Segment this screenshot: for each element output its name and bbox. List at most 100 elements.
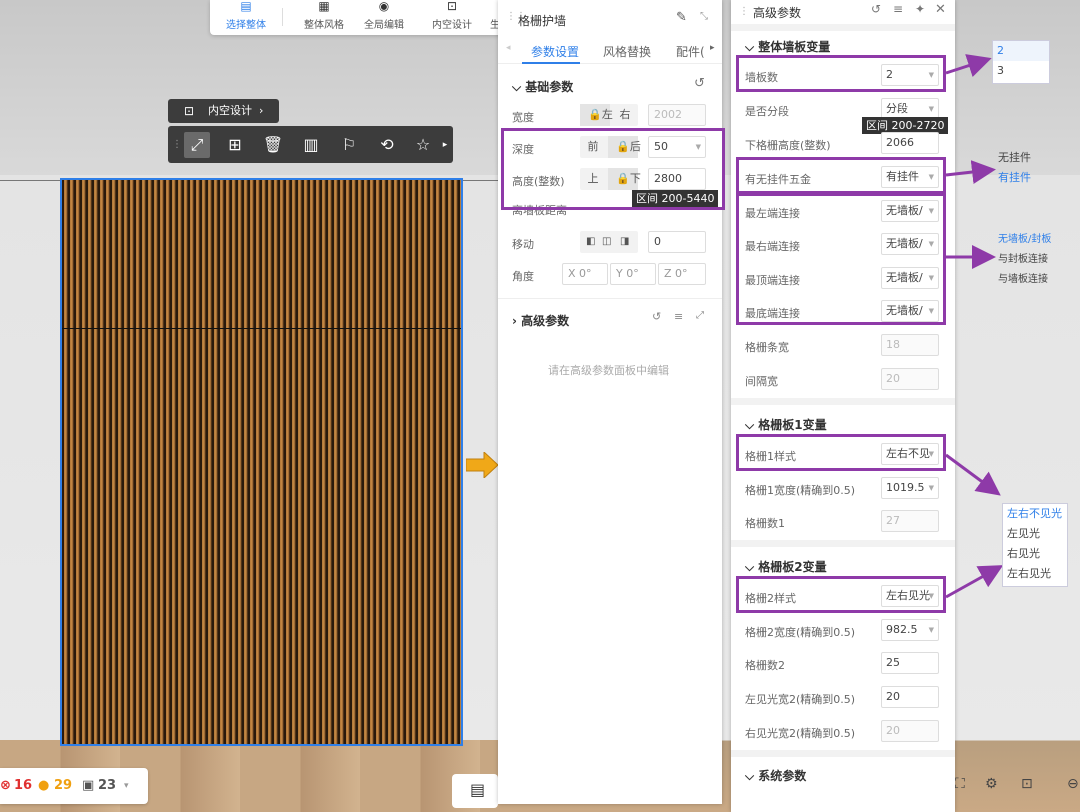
bar-width-input[interactable]: 18 xyxy=(881,334,939,356)
option[interactable]: 与封板连接 xyxy=(994,250,1062,270)
overall-style-button[interactable]: ▦ 整体风格 xyxy=(298,0,350,35)
move-right-icon[interactable]: ◨ xyxy=(620,231,629,253)
tab-style-replace[interactable]: 风格替换 xyxy=(603,43,651,60)
advanced-params-heading[interactable]: › 高级参数 xyxy=(512,312,569,329)
option[interactable]: 与墙板连接 xyxy=(994,270,1062,290)
warning-icon: ● xyxy=(38,778,50,793)
material-icon[interactable]: ⚐ xyxy=(336,132,362,158)
hanger-options: 无挂件 有挂件 xyxy=(994,148,1048,192)
panel-count-options: 2 3 xyxy=(992,40,1050,84)
fit-view-icon[interactable]: ⛶ xyxy=(955,776,965,792)
object-toolbar: ⋮ ⤢ ⊞ 🗑 ▥ ⚐ ⟲ ☆ ▸ xyxy=(168,126,453,163)
style-icon: ▦ xyxy=(318,0,330,13)
pin-icon[interactable]: ✦ xyxy=(915,2,925,16)
global-edit-button[interactable]: ◉ 全局编辑 xyxy=(358,0,410,35)
inner-design-icon: ⊡ xyxy=(446,0,458,13)
section-wall-vars[interactable]: ⌵ 整体墙板变量 xyxy=(745,38,830,55)
panel-tabs: ◂ 参数设置 风格替换 配件( ▸ xyxy=(498,38,722,64)
angle-z-input[interactable]: Z 0° xyxy=(658,263,706,285)
global-edit-icon: ◉ xyxy=(378,0,390,13)
list-icon[interactable]: ≡ xyxy=(893,2,903,16)
annotation-highlight xyxy=(736,157,946,194)
gap-width-input[interactable]: 20 xyxy=(881,368,939,390)
option[interactable]: 右见光 xyxy=(1003,544,1067,564)
option[interactable]: 无墙板/封板 xyxy=(994,230,1062,250)
wall-edge xyxy=(0,180,62,181)
inner-design-button[interactable]: ⊡ 内空设计 xyxy=(426,0,478,35)
chevron-left-icon[interactable]: ◂ xyxy=(506,43,511,53)
error-count[interactable]: 16 xyxy=(14,768,32,804)
section-system-params[interactable]: ⌵ 系统参数 xyxy=(745,767,806,784)
split-icon[interactable]: ▥ xyxy=(298,132,324,158)
delete-icon[interactable]: 🗑 xyxy=(260,132,286,158)
favorite-icon[interactable]: ☆ xyxy=(410,132,436,158)
tab-params[interactable]: 参数设置 xyxy=(531,43,579,60)
grille-wall-panel[interactable] xyxy=(60,178,463,746)
item-count[interactable]: 23 xyxy=(98,768,116,804)
lower-grille-height-input[interactable]: 2066 xyxy=(881,132,939,154)
grille1-count-input[interactable]: 27 xyxy=(881,510,939,532)
option[interactable]: 2 xyxy=(993,41,1049,61)
option[interactable]: 左见光 xyxy=(1003,524,1067,544)
width-anchor-toggle[interactable]: 🔒 左 右 xyxy=(580,104,638,126)
move-center-icon[interactable]: ◫ xyxy=(602,231,611,253)
reset-icon[interactable]: ↺ xyxy=(694,76,705,91)
option[interactable]: 无挂件 xyxy=(994,148,1048,168)
option[interactable]: 3 xyxy=(993,61,1049,81)
move-left-icon[interactable]: ◧ xyxy=(586,231,595,253)
move-input[interactable]: 0 xyxy=(648,231,706,253)
chevron-down-icon[interactable]: ▾ xyxy=(124,768,129,804)
option[interactable]: 有挂件 xyxy=(994,168,1048,188)
chevron-right-icon[interactable]: ▸ xyxy=(710,43,715,53)
view-controls: ⛶ ⚙ ⊡ ⊖ xyxy=(955,768,1080,804)
grille1-width-select[interactable]: 1019.5 ▼ xyxy=(881,477,939,499)
inner-design-chip[interactable]: ⊡ 内空设计 › xyxy=(168,99,279,123)
error-icon: ⊗ xyxy=(0,778,11,793)
grille2-width-select[interactable]: 982.5 ▼ xyxy=(881,619,939,641)
chevron-right-icon: › xyxy=(259,104,264,117)
drag-handle-icon[interactable]: ⋮ xyxy=(172,132,182,158)
width-input[interactable]: 2002 xyxy=(648,104,706,126)
option[interactable]: 左右不见光 xyxy=(1003,504,1067,524)
basic-params-heading[interactable]: ⌵ 基础参数 xyxy=(512,78,573,95)
reset-icon[interactable]: ↺ xyxy=(652,310,661,323)
collapse-icon[interactable]: ⤡ xyxy=(700,11,708,22)
annotation-highlight xyxy=(736,434,946,471)
view-settings-icon[interactable]: ⚙ xyxy=(985,776,998,792)
annotation-highlight xyxy=(501,128,725,210)
chevron-right-icon[interactable]: ▸ xyxy=(440,132,450,158)
section-grille2-vars[interactable]: ⌵ 格栅板2变量 xyxy=(745,558,827,575)
top-toolbar: ▤ 选择整体 ▦ 整体风格 ◉ 全局编辑 ⊡ 内空设计 生 xyxy=(210,0,510,35)
section-grille1-vars[interactable]: ⌵ 格栅板1变量 xyxy=(745,416,827,433)
zoom-icon[interactable]: ⊖ xyxy=(1067,776,1079,792)
list-icon[interactable]: ≡ xyxy=(674,310,683,323)
tab-accessories[interactable]: 配件( xyxy=(676,43,705,60)
warning-count[interactable]: 29 xyxy=(54,768,72,804)
annotation-highlight xyxy=(736,576,946,613)
panel-title-bar: ⋮⋮ 格栅护墙 ✎ ⤡ xyxy=(506,10,708,28)
scale-icon[interactable]: ⤢ xyxy=(184,132,210,158)
angle-x-input[interactable]: X 0° xyxy=(562,263,608,285)
move-direction-buttons[interactable]: ◧ ◫ ◨ xyxy=(580,231,638,253)
clipboard-button[interactable]: ▤ xyxy=(452,774,498,808)
select-whole-button[interactable]: ▤ 选择整体 xyxy=(222,0,270,35)
grille-wall-panel-props: ⋮⋮ 格栅护墙 ✎ ⤡ ◂ 参数设置 风格替换 配件( ▸ ⌵ 基础参数 ↺ 宽… xyxy=(498,0,722,804)
advanced-params-panel: ⋮ 高级参数 ↺ ≡ ✦ ✕ ⌵ 整体墙板变量 墙板数 2 ▼ 是否分段 分段 ▼ … xyxy=(731,0,955,812)
list-icon: ▣ xyxy=(82,778,95,793)
left-reveal-width-input[interactable]: 20 xyxy=(881,686,939,708)
orange-arrow-icon xyxy=(466,452,499,478)
expand-icon[interactable]: ⤢ xyxy=(696,310,704,321)
grille2-count-input[interactable]: 25 xyxy=(881,652,939,674)
connect-options: 无墙板/封板 与封板连接 与墙板连接 xyxy=(994,230,1062,294)
close-icon[interactable]: ✕ xyxy=(935,2,946,17)
edit-icon[interactable]: ✎ xyxy=(676,10,687,25)
rotate-2d-icon[interactable]: ⟲ xyxy=(374,132,400,158)
right-reveal-width-input[interactable]: 20 xyxy=(881,720,939,742)
add-icon[interactable]: ⊞ xyxy=(222,132,248,158)
status-bar: ⊗ 16 ● 29 ▣ 23 ▾ xyxy=(0,768,148,804)
option[interactable]: 左右见光 xyxy=(1003,564,1067,584)
focus-icon[interactable]: ⊡ xyxy=(1021,776,1033,792)
reset-icon[interactable]: ↺ xyxy=(871,2,881,16)
drag-handle-icon[interactable]: ⋮ xyxy=(739,6,749,17)
angle-y-input[interactable]: Y 0° xyxy=(610,263,656,285)
